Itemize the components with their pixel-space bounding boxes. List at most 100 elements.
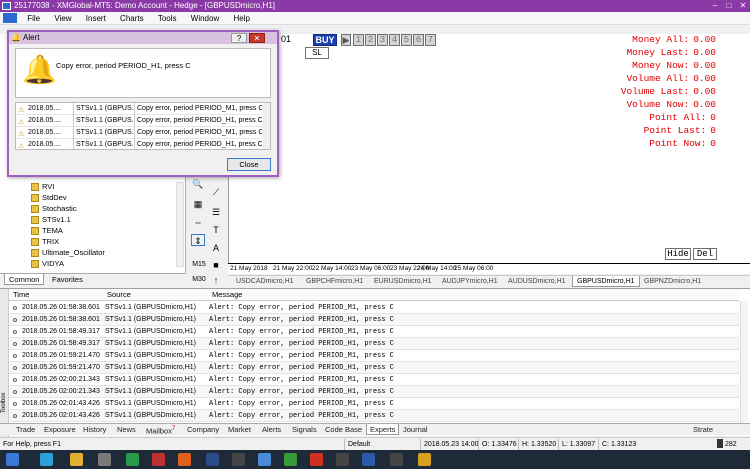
app-icon[interactable] [126,453,139,466]
lot-button[interactable]: 3 [377,34,388,46]
tab-history[interactable]: History [80,424,109,435]
app-icon[interactable] [206,453,219,466]
tab-company[interactable]: Company [184,424,222,435]
chart-tab-active[interactable]: GBPUSDmicro,H1 [572,276,640,287]
menu-file[interactable]: File [21,12,46,25]
navigator-item[interactable]: TRIX [31,237,59,247]
buy-button[interactable]: BUY [313,34,337,46]
tab-common[interactable]: Common [4,274,45,285]
close-dialog-icon[interactable]: ✕ [249,33,265,43]
menu-charts[interactable]: Charts [114,12,150,25]
folder-icon[interactable] [70,453,83,466]
table-row[interactable]: 2018.05.26 01:58:49.317 STSv1.1 (GBPUSDmi… [9,326,739,338]
lot-button[interactable]: 5 [401,34,412,46]
close-button[interactable]: Close [227,158,271,171]
tab-news[interactable]: News [114,424,139,435]
col-source[interactable]: Source [107,289,131,301]
navigator-item[interactable]: STSv1.1 [31,215,71,225]
channel-icon[interactable]: ▦ [191,198,205,210]
app-icon[interactable] [152,453,165,466]
menu-tools[interactable]: Tools [152,12,183,25]
arrow-right-icon[interactable]: ▶ [341,34,351,46]
navigator-item[interactable]: RVI [31,182,54,192]
tab-code-base[interactable]: Code Base [322,424,365,435]
tab-exposure[interactable]: Exposure [41,424,79,435]
table-row[interactable]: 2018.05.26 01:59:21.470 STSv1.1 (GBPUSDmi… [9,350,739,362]
menu-insert[interactable]: Insert [80,12,112,25]
navigator-item[interactable]: Ultimate_Oscillator [31,248,105,258]
sl-button[interactable]: SL [305,47,329,59]
alert-row[interactable]: ⚠ 2018.05.... STSv1.1 (GBPUS... Copy error,… [16,127,266,139]
chart-area[interactable]: 01 BUY SL ▶ 1 2 3 4 5 6 7 Money All: 0.00… [228,34,750,263]
lot-button[interactable]: 1 [353,34,364,46]
crosshair-icon[interactable]: ⇕ [191,234,205,246]
app-icon[interactable] [418,453,431,466]
navigator-item[interactable]: VIDYA [31,259,64,269]
tab-strategy-tester[interactable]: Strate [690,424,716,435]
start-icon[interactable] [6,453,19,466]
table-row[interactable]: 2018.05.26 01:59:21.470 STSv1.1 (GBPUSDmi… [9,362,739,374]
toolbox-scrollbar[interactable] [740,301,748,425]
app-icon[interactable] [258,453,271,466]
tab-signals[interactable]: Signals [289,424,320,435]
table-row[interactable]: 2018.05.26 02:01:43.426 STSv1.1 (GBPUSDmi… [9,398,739,410]
mt5-icon[interactable] [390,453,403,466]
menu-view[interactable]: View [48,12,77,25]
tab-favorites[interactable]: Favorites [48,274,87,285]
table-row[interactable]: 2018.05.26 01:58:38.601 STSv1.1 (GBPUSDmi… [9,302,739,314]
minimize-icon[interactable]: – [710,1,720,10]
pdf-icon[interactable] [310,453,323,466]
table-row[interactable]: 2018.05.26 02:01:43.426 STSv1.1 (GBPUSDmi… [9,410,739,422]
navigator-item[interactable]: StdDev [31,193,67,203]
alert-list-scrollbar[interactable] [262,103,270,149]
tab-journal[interactable]: Journal [400,424,431,435]
navigator-item[interactable]: TEMA [31,226,63,236]
fibo-icon[interactable]: ☰ [209,206,223,218]
table-row[interactable]: 2018.05.26 02:00:21.343 STSv1.1 (GBPUSDmi… [9,386,739,398]
help-icon[interactable]: ? [231,33,247,43]
chart-tab[interactable]: AUDUSDmicro,H1 [504,276,570,287]
chart-tab[interactable]: EURUSDmicro,H1 [370,276,436,287]
timeframe-m15[interactable]: M15 [189,259,209,271]
chart-tab[interactable]: GBPCHFmicro,H1 [302,276,367,287]
menu-window[interactable]: Window [185,12,225,25]
firefox-icon[interactable] [178,453,191,466]
mt5-icon[interactable] [336,453,349,466]
chart-tab[interactable]: GBPNZDmicro,H1 [640,276,705,287]
app-icon[interactable] [98,453,111,466]
tab-alerts[interactable]: Alerts [259,424,284,435]
navigator-scrollbar[interactable] [176,182,184,267]
chart-tab[interactable]: USDCADmicro,H1 [232,276,298,287]
del-button[interactable]: Del [693,248,717,260]
chart-tab[interactable]: AUDJPYmicro,H1 [438,276,502,287]
mt5-icon[interactable] [232,453,245,466]
lot-button[interactable]: 4 [389,34,400,46]
alert-row[interactable]: ⚠ 2018.05.... STSv1.1 (GBPUS... Copy error,… [16,139,266,149]
table-row[interactable]: 2018.05.26 01:58:38.601 STSv1.1 (GBPUSDmi… [9,314,739,326]
text-label-icon[interactable]: T [209,224,223,236]
zoom-icon[interactable]: 🔍 [191,178,205,190]
chrome-icon[interactable] [284,453,297,466]
text-icon[interactable]: A [209,242,223,254]
tab-market[interactable]: Market [225,424,254,435]
alert-row[interactable]: ⚠ 2018.05.... STSv1.1 (GBPUS... Copy error,… [16,115,266,127]
alert-row[interactable]: ⚠ 2018.05.... STSv1.1 (GBPUS... Copy error,… [16,103,266,115]
navigator-item[interactable]: Stochastic [31,204,77,214]
lot-button[interactable]: 2 [365,34,376,46]
tab-experts[interactable]: Experts [366,424,400,435]
fit-icon[interactable]: ⇔ [191,216,205,228]
table-row[interactable]: 2018.05.26 02:00:21.343 STSv1.1 (GBPUSDmi… [9,374,739,386]
col-time[interactable]: Time [13,289,29,301]
arrow-icon[interactable]: ↑ [209,274,223,286]
tab-trade[interactable]: Trade [13,424,38,435]
close-window-icon[interactable]: ✕ [738,1,748,10]
lot-button[interactable]: 7 [425,34,436,46]
table-row[interactable]: 2018.05.26 01:58:49.317 STSv1.1 (GBPUSDmi… [9,338,739,350]
line-tool-icon[interactable]: ⟋ [209,186,223,198]
hide-button[interactable]: Hide [665,248,691,260]
menu-help[interactable]: Help [227,12,255,25]
ie-icon[interactable] [40,453,53,466]
lot-button[interactable]: 6 [413,34,424,46]
col-message[interactable]: Message [212,289,242,301]
tab-mailbox[interactable]: Mailbox7 [143,424,178,436]
